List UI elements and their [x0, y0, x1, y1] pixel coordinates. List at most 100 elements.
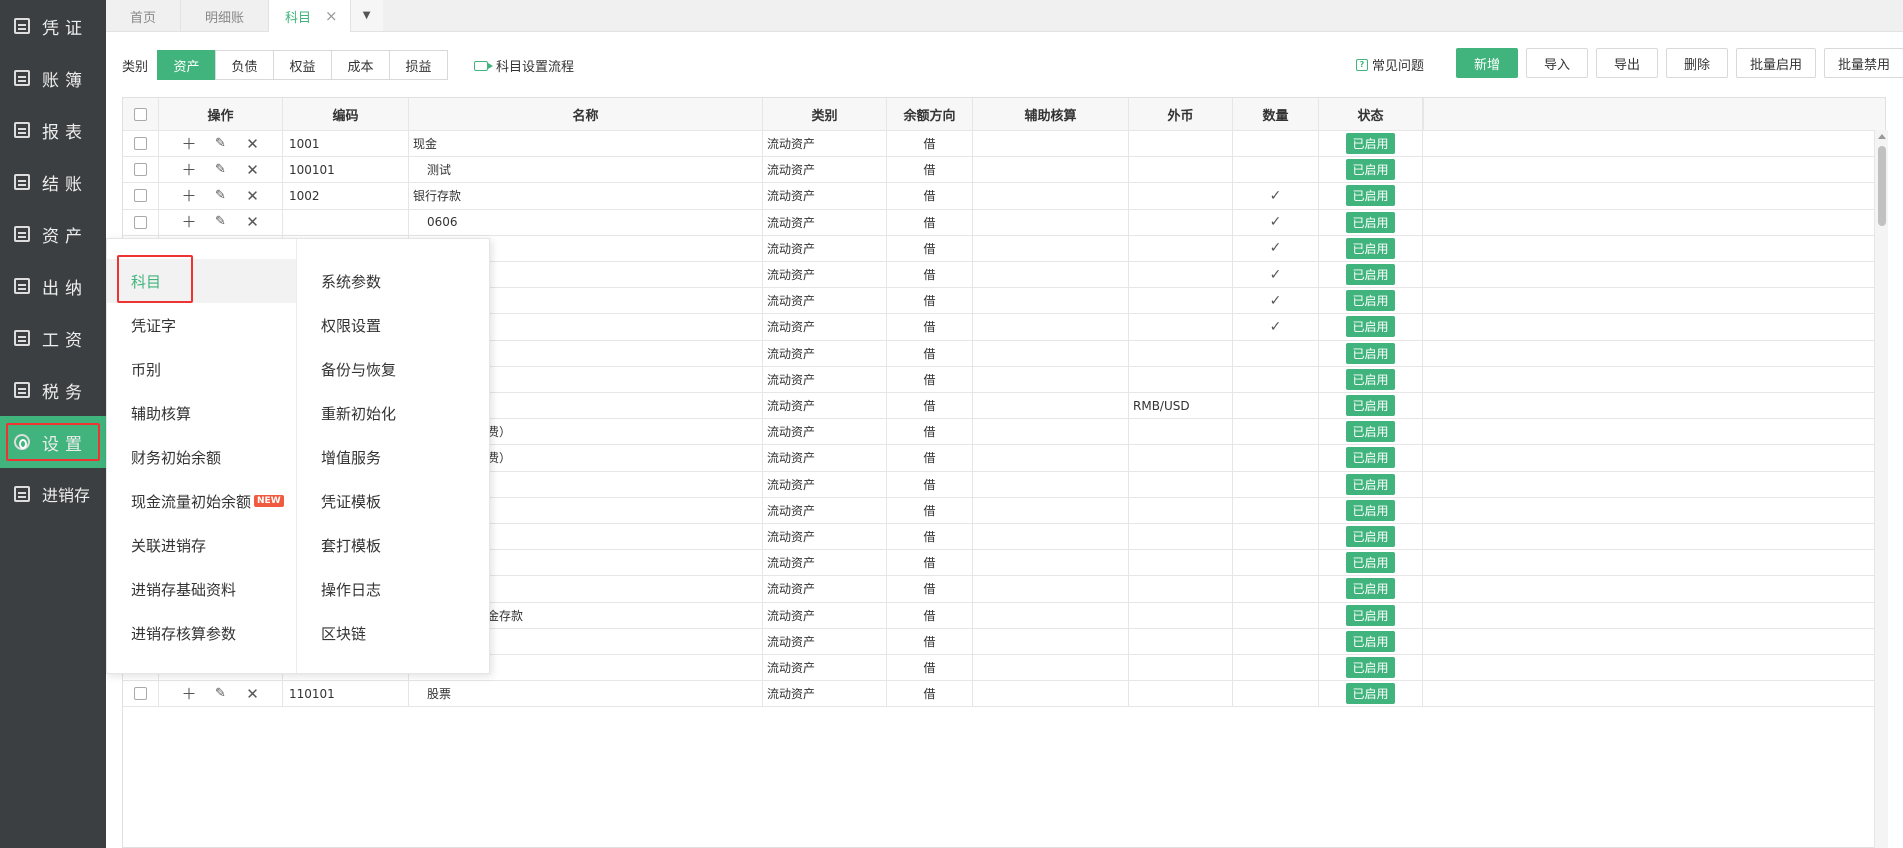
category-liabilities-button[interactable]: 负债 [215, 50, 274, 80]
status-badge[interactable]: 已启用 [1346, 683, 1395, 705]
cell-aux [973, 497, 1129, 523]
ledger-icon [14, 70, 30, 86]
tab-more-button[interactable]: ▼ [350, 0, 383, 31]
close-icon[interactable]: ✕ [246, 162, 260, 177]
cell-filler [1423, 314, 1885, 339]
close-icon[interactable]: ✕ [246, 136, 260, 151]
cell-status: 已启用 [1319, 366, 1423, 392]
status-badge[interactable]: 已启用 [1346, 499, 1395, 521]
menu-item-operation-log[interactable]: 操作日志 [189, 567, 491, 611]
status-badge[interactable]: 已启用 [1346, 316, 1395, 338]
pencil-icon[interactable]: ✎ [214, 162, 228, 177]
table-row[interactable]: ＋ ✎ ✕ 1001 现金 流动资产借 已启用 [123, 131, 1885, 158]
sidebar-item-inventory[interactable]: 进销存 [0, 468, 106, 520]
menu-item-permissions[interactable]: 权限设置 [189, 303, 491, 347]
menu-item-voucher-template[interactable]: 凭证模板 [189, 479, 491, 523]
menu-item-value-added[interactable]: 增值服务 [189, 435, 491, 479]
status-badge[interactable]: 已启用 [1346, 473, 1395, 495]
sidebar-item-settings[interactable]: 设置 [0, 416, 106, 468]
category-cost-button[interactable]: 成本 [331, 50, 390, 80]
add-icon[interactable]: ＋ [182, 136, 197, 151]
batch-enable-button[interactable]: 批量启用 [1736, 48, 1816, 78]
menu-item-label: 凭证模板 [321, 492, 382, 511]
status-badge[interactable]: 已启用 [1346, 421, 1395, 443]
account-name: 0606 [427, 215, 458, 230]
close-icon[interactable]: ✕ [246, 686, 260, 701]
export-button[interactable]: 导出 [1596, 48, 1658, 78]
sidebar-item-voucher[interactable]: 凭证 [0, 0, 106, 52]
sidebar-item-tax[interactable]: 税务 [0, 364, 106, 416]
status-badge[interactable]: 已启用 [1346, 552, 1395, 574]
sidebar-item-closing[interactable]: 结账 [0, 156, 106, 208]
add-icon[interactable]: ＋ [182, 162, 197, 177]
pencil-icon[interactable]: ✎ [214, 686, 228, 701]
sidebar-item-salary[interactable]: 工资 [0, 312, 106, 364]
status-badge[interactable]: 已启用 [1346, 657, 1395, 679]
status-badge[interactable]: 已启用 [1346, 630, 1395, 652]
row-checkbox[interactable] [134, 687, 147, 701]
row-checkbox[interactable] [134, 137, 147, 151]
batch-disable-button[interactable]: 批量禁用 [1824, 48, 1903, 78]
sidebar-item-report[interactable]: 报表 [0, 104, 106, 156]
status-badge[interactable]: 已启用 [1346, 185, 1395, 207]
add-button[interactable]: 新增 [1456, 48, 1518, 78]
scroll-thumb[interactable] [1878, 146, 1886, 226]
cell-quantity [1233, 602, 1319, 628]
status-badge[interactable]: 已启用 [1346, 159, 1395, 181]
category-assets-button[interactable]: 资产 [157, 50, 216, 80]
pencil-icon[interactable]: ✎ [214, 215, 228, 229]
row-checkbox[interactable] [134, 215, 147, 229]
account-setup-flow-link[interactable]: 科目设置流程 [474, 56, 574, 75]
cell-quantity [1233, 471, 1319, 497]
menu-item-reinitialize[interactable]: 重新初始化 [189, 391, 491, 435]
cell-aux [973, 157, 1129, 183]
quantity-check: ✓ [1269, 292, 1282, 309]
close-icon[interactable]: × [325, 7, 338, 25]
status-badge[interactable]: 已启用 [1346, 395, 1395, 417]
status-badge[interactable]: 已启用 [1346, 264, 1395, 286]
status-badge[interactable]: 已启用 [1346, 526, 1395, 548]
status-badge[interactable]: 已启用 [1346, 447, 1395, 469]
sidebar-item-assets[interactable]: 资产 [0, 208, 106, 260]
sidebar-item-ledger[interactable]: 账簿 [0, 52, 106, 104]
row-checkbox[interactable] [134, 163, 147, 177]
close-icon[interactable]: ✕ [246, 215, 260, 230]
status-badge[interactable]: 已启用 [1346, 604, 1395, 626]
scroll-up-arrow[interactable] [1878, 134, 1886, 139]
table-row[interactable]: ＋ ✎ ✕ 0606 流动资产借 ✓ 已启用 [123, 209, 1885, 236]
status-badge[interactable]: 已启用 [1346, 290, 1395, 312]
status-badge[interactable]: 已启用 [1346, 133, 1395, 155]
import-button[interactable]: 导入 [1526, 48, 1588, 78]
table-row[interactable]: ＋ ✎ ✕ 110101 股票 流动资产借 已启用 [123, 681, 1885, 708]
pencil-icon[interactable]: ✎ [214, 136, 228, 151]
select-all-checkbox[interactable] [134, 107, 147, 121]
faq-link[interactable]: ? 常见问题 [1356, 55, 1424, 74]
delete-button[interactable]: 删除 [1666, 48, 1728, 78]
table-row[interactable]: ＋ ✎ ✕ 100101 测试 流动资产借 已启用 [123, 157, 1885, 184]
pencil-icon[interactable]: ✎ [214, 188, 228, 203]
vertical-scrollbar[interactable] [1874, 130, 1888, 848]
add-icon[interactable]: ＋ [182, 215, 197, 230]
category-profit-loss-button[interactable]: 损益 [389, 50, 448, 80]
add-icon[interactable]: ＋ [182, 188, 197, 203]
menu-item-blockchain[interactable]: 区块链 [189, 611, 491, 655]
cell-currency [1129, 209, 1233, 235]
menu-item-print-template[interactable]: 套打模板 [189, 523, 491, 567]
cell-status: 已启用 [1319, 524, 1423, 550]
status-badge[interactable]: 已启用 [1346, 368, 1395, 390]
sidebar-item-cashier[interactable]: 出纳 [0, 260, 106, 312]
add-icon[interactable]: ＋ [182, 686, 197, 701]
row-checkbox[interactable] [134, 189, 147, 203]
status-badge[interactable]: 已启用 [1346, 342, 1395, 364]
close-icon[interactable]: ✕ [246, 188, 260, 203]
category-equity-button[interactable]: 权益 [273, 50, 332, 80]
status-badge[interactable]: 已启用 [1346, 211, 1395, 233]
table-row[interactable]: ＋ ✎ ✕ 1002 银行存款 流动资产借 ✓ 已启用 [123, 183, 1885, 210]
status-badge[interactable]: 已启用 [1346, 578, 1395, 600]
status-badge[interactable]: 已启用 [1346, 237, 1395, 259]
menu-item-system-params[interactable]: 系统参数 [189, 259, 491, 303]
tab-accounts[interactable]: 科目 × [269, 0, 351, 32]
menu-item-backup-restore[interactable]: 备份与恢复 [189, 347, 491, 391]
tab-detail-ledger[interactable]: 明细账 [181, 0, 270, 32]
tab-home[interactable]: 首页 [106, 0, 182, 32]
